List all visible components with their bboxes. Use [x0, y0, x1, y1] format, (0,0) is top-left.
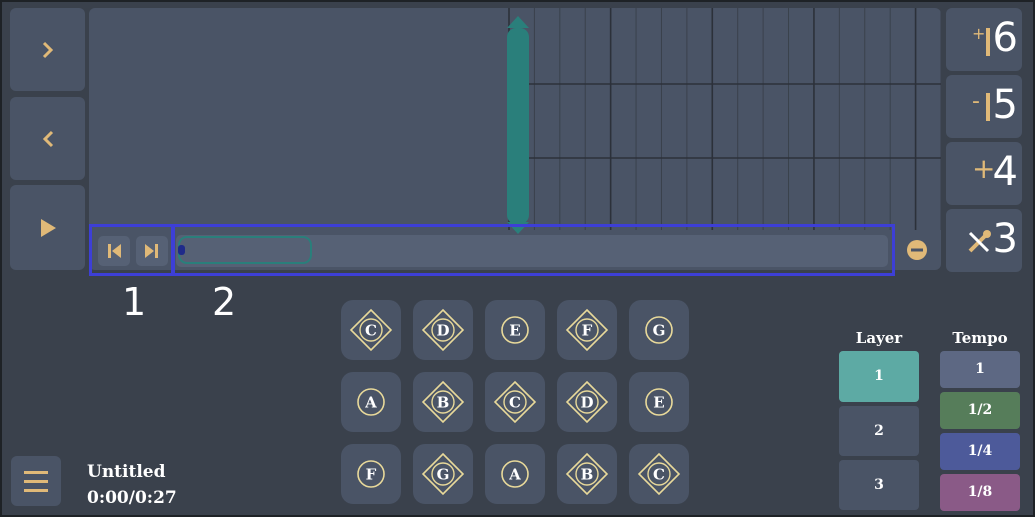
tempo-option-1-8[interactable]: 1/8	[940, 474, 1020, 511]
note-pad-b[interactable]: B	[413, 372, 473, 432]
note-pad-e[interactable]: E	[485, 300, 545, 360]
note-letter: C	[365, 322, 377, 340]
layer-option-3[interactable]: 3	[839, 460, 919, 510]
tempo-option-1-2[interactable]: 1/2	[940, 392, 1020, 429]
layer-title: Layer	[855, 329, 903, 347]
hamburger-menu-icon	[24, 471, 48, 492]
tools-icon	[968, 230, 991, 253]
note-letter: A	[364, 394, 377, 412]
note-pad-a[interactable]: A	[485, 444, 545, 504]
note-letter: F	[582, 322, 593, 340]
note-pad-a[interactable]: A	[341, 372, 401, 432]
layer-option-2[interactable]: 2	[839, 406, 919, 456]
playhead[interactable]	[506, 12, 530, 234]
song-title: Untitled	[87, 462, 166, 482]
note-pad-c[interactable]: C	[485, 372, 545, 432]
button-number: 6	[992, 15, 1018, 61]
note-letter: D	[436, 322, 449, 340]
tempo-option-1-4[interactable]: 1/4	[940, 433, 1020, 470]
highlight-box-1	[89, 224, 175, 276]
add-six-button[interactable]: + 6	[946, 8, 1022, 71]
minus-circle-icon	[907, 240, 927, 260]
play-icon	[40, 218, 56, 237]
chevron-left-icon	[42, 130, 53, 147]
note-letter: B	[437, 394, 450, 412]
note-pad-d[interactable]: D	[413, 300, 473, 360]
forward-button[interactable]	[10, 8, 85, 91]
song-time: 0:00/0:27	[87, 488, 177, 508]
menu-button[interactable]	[11, 456, 61, 506]
plus-sign: +	[972, 24, 986, 43]
note-pad-c[interactable]: C	[629, 444, 689, 504]
note-pad-c[interactable]: C	[341, 300, 401, 360]
note-letter: C	[509, 394, 521, 412]
chevron-right-icon	[42, 41, 53, 58]
tempo-title: Tempo	[952, 329, 1008, 347]
note-pad-g[interactable]: G	[413, 444, 473, 504]
gold-bar	[986, 28, 990, 56]
note-letter: G	[437, 466, 450, 484]
tempo-option-1[interactable]: 1	[940, 351, 1020, 388]
remove-button[interactable]	[904, 237, 930, 263]
play-button[interactable]	[10, 185, 85, 270]
button-number: 5	[992, 82, 1018, 128]
note-letter: D	[580, 394, 593, 412]
button-number: 4	[992, 149, 1018, 195]
back-button[interactable]	[10, 97, 85, 180]
note-pad-b[interactable]: B	[557, 444, 617, 504]
note-letter: E	[653, 394, 664, 412]
tools-three-button[interactable]: 3	[946, 209, 1022, 272]
note-letter: E	[509, 322, 520, 340]
note-letter: G	[653, 322, 666, 340]
minus-sign: -	[972, 89, 980, 114]
note-pad-f[interactable]: F	[557, 300, 617, 360]
button-number: 3	[992, 216, 1018, 262]
note-letter: A	[508, 466, 521, 484]
gold-bar	[986, 93, 990, 121]
layer-option-1[interactable]: 1	[839, 351, 919, 402]
note-pad-g[interactable]: G	[629, 300, 689, 360]
highlight-box-2	[171, 224, 895, 276]
note-letter: F	[366, 466, 377, 484]
annotation-label-1: 1	[122, 280, 147, 324]
add-four-button[interactable]: + 4	[946, 142, 1022, 205]
note-letter: C	[653, 466, 665, 484]
note-letter: B	[581, 466, 594, 484]
note-pad-f[interactable]: F	[341, 444, 401, 504]
minus-five-button[interactable]: - 5	[946, 75, 1022, 138]
annotation-label-2: 2	[212, 280, 237, 324]
note-pad-e[interactable]: E	[629, 372, 689, 432]
note-pad-d[interactable]: D	[557, 372, 617, 432]
